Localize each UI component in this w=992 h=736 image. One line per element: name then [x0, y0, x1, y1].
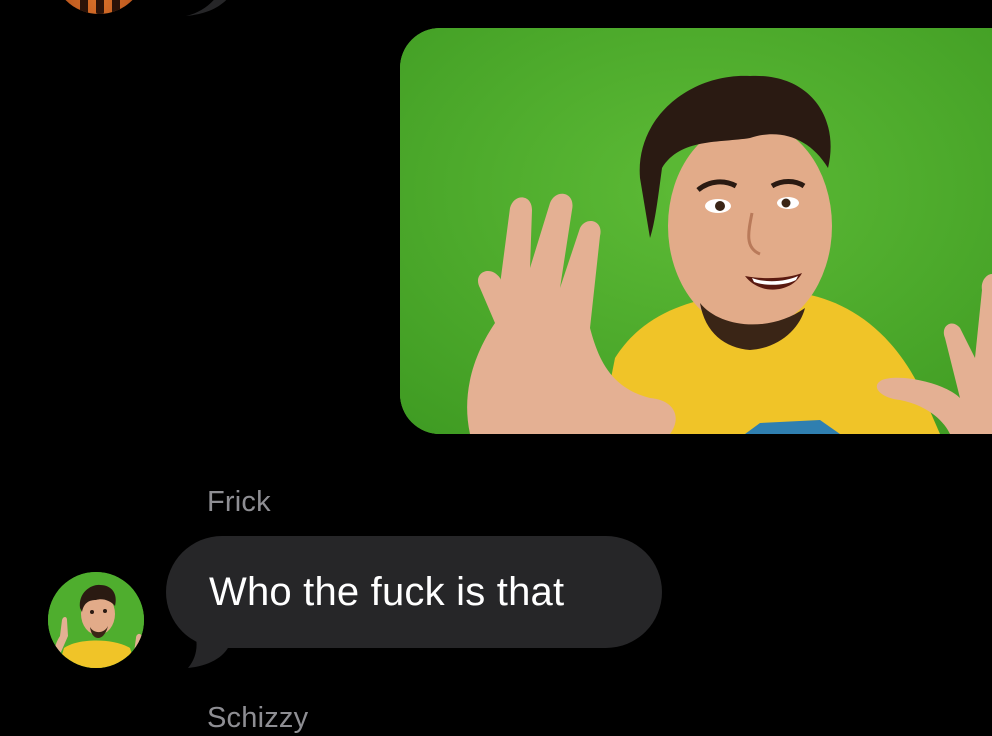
previous-sender-avatar[interactable]	[52, 0, 146, 14]
avatar-pattern	[112, 0, 120, 14]
previous-bubble-tail	[186, 0, 227, 16]
message-text: Who the fuck is that	[209, 569, 565, 614]
avatar-pattern	[80, 0, 88, 14]
avatar-pattern	[96, 0, 104, 14]
image-message[interactable]	[400, 28, 992, 434]
sender-name: Frick	[207, 486, 271, 518]
next-sender-name: Schizzy	[207, 702, 309, 734]
message-bubble[interactable]: Who the fuck is that	[166, 536, 662, 648]
photo-attachment-icon	[400, 28, 992, 434]
contact-avatar-icon[interactable]	[48, 572, 144, 668]
avatar-photo	[48, 572, 144, 668]
